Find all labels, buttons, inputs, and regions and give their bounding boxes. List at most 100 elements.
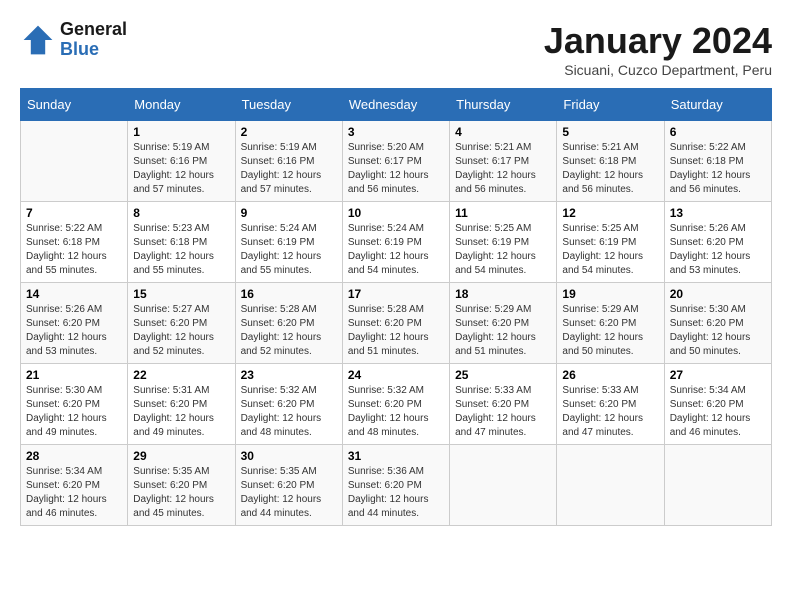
day-info: Sunrise: 5:31 AMSunset: 6:20 PMDaylight:… (133, 384, 229, 440)
calendar-week-row: 14Sunrise: 5:26 AMSunset: 6:20 PMDayligh… (21, 283, 772, 364)
day-info: Sunrise: 5:22 AMSunset: 6:18 PMDaylight:… (26, 222, 122, 278)
calendar-cell: 10 Sunrise: 5:24 AMSunset: 6:19 PMDayligh… (342, 202, 449, 283)
logo: General Blue (20, 20, 127, 60)
day-info: Sunrise: 5:36 AMSunset: 6:20 PMDaylight:… (348, 465, 444, 521)
day-info: Sunrise: 5:34 AMSunset: 6:20 PMDaylight:… (670, 384, 766, 440)
weekday-header: Friday (557, 89, 664, 121)
calendar-cell: 24 Sunrise: 5:32 AMSunset: 6:20 PMDayligh… (342, 364, 449, 445)
calendar-cell: 13 Sunrise: 5:26 AMSunset: 6:20 PMDayligh… (664, 202, 771, 283)
calendar-cell: 19 Sunrise: 5:29 AMSunset: 6:20 PMDayligh… (557, 283, 664, 364)
day-number: 15 (133, 287, 229, 301)
day-number: 10 (348, 206, 444, 220)
calendar-cell: 14Sunrise: 5:26 AMSunset: 6:20 PMDayligh… (21, 283, 128, 364)
weekday-header: Tuesday (235, 89, 342, 121)
day-info: Sunrise: 5:29 AMSunset: 6:20 PMDaylight:… (562, 303, 658, 359)
calendar-cell: 5Sunrise: 5:21 AMSunset: 6:18 PMDaylight… (557, 121, 664, 202)
day-info: Sunrise: 5:24 AMSunset: 6:19 PMDaylight:… (348, 222, 444, 278)
weekday-header: Saturday (664, 89, 771, 121)
day-info: Sunrise: 5:21 AMSunset: 6:17 PMDaylight:… (455, 141, 551, 197)
day-number: 23 (241, 368, 337, 382)
day-info: Sunrise: 5:19 AMSunset: 6:16 PMDaylight:… (133, 141, 229, 197)
calendar-cell: 21 Sunrise: 5:30 AMSunset: 6:20 PMDayligh… (21, 364, 128, 445)
calendar-cell: 29Sunrise: 5:35 AMSunset: 6:20 PMDayligh… (128, 445, 235, 526)
logo-text: General Blue (60, 20, 127, 60)
day-info: Sunrise: 5:19 AMSunset: 6:16 PMDaylight:… (241, 141, 337, 197)
logo-blue: Blue (60, 39, 99, 59)
month-title: January 2024 (544, 20, 772, 62)
day-number: 4 (455, 125, 551, 139)
day-number: 13 (670, 206, 766, 220)
calendar-cell: 31 Sunrise: 5:36 AMSunset: 6:20 PMDayligh… (342, 445, 449, 526)
day-number: 28 (26, 449, 122, 463)
calendar-cell: 18Sunrise: 5:29 AMSunset: 6:20 PMDayligh… (450, 283, 557, 364)
day-info: Sunrise: 5:27 AMSunset: 6:20 PMDaylight:… (133, 303, 229, 359)
calendar-cell: 4 Sunrise: 5:21 AMSunset: 6:17 PMDaylight… (450, 121, 557, 202)
title-block: January 2024 Sicuani, Cuzco Department, … (544, 20, 772, 78)
day-info: Sunrise: 5:33 AMSunset: 6:20 PMDaylight:… (562, 384, 658, 440)
day-number: 7 (26, 206, 122, 220)
calendar-cell: 6 Sunrise: 5:22 AMSunset: 6:18 PMDaylight… (664, 121, 771, 202)
day-number: 31 (348, 449, 444, 463)
day-number: 19 (562, 287, 658, 301)
calendar-cell: 7 Sunrise: 5:22 AMSunset: 6:18 PMDaylight… (21, 202, 128, 283)
day-number: 25 (455, 368, 551, 382)
day-info: Sunrise: 5:33 AMSunset: 6:20 PMDaylight:… (455, 384, 551, 440)
day-number: 2 (241, 125, 337, 139)
calendar-cell (557, 445, 664, 526)
calendar-cell: 22Sunrise: 5:31 AMSunset: 6:20 PMDayligh… (128, 364, 235, 445)
calendar-cell: 16Sunrise: 5:28 AMSunset: 6:20 PMDayligh… (235, 283, 342, 364)
weekday-header: Monday (128, 89, 235, 121)
day-info: Sunrise: 5:21 AMSunset: 6:18 PMDaylight:… (562, 141, 658, 197)
calendar-cell: 28 Sunrise: 5:34 AMSunset: 6:20 PMDayligh… (21, 445, 128, 526)
day-number: 1 (133, 125, 229, 139)
day-number: 12 (562, 206, 658, 220)
day-info: Sunrise: 5:22 AMSunset: 6:18 PMDaylight:… (670, 141, 766, 197)
weekday-header-row: SundayMondayTuesdayWednesdayThursdayFrid… (21, 89, 772, 121)
day-info: Sunrise: 5:30 AMSunset: 6:20 PMDaylight:… (26, 384, 122, 440)
day-info: Sunrise: 5:32 AMSunset: 6:20 PMDaylight:… (348, 384, 444, 440)
calendar-week-row: 28 Sunrise: 5:34 AMSunset: 6:20 PMDayligh… (21, 445, 772, 526)
weekday-header: Sunday (21, 89, 128, 121)
calendar-cell: 23Sunrise: 5:32 AMSunset: 6:20 PMDayligh… (235, 364, 342, 445)
day-number: 8 (133, 206, 229, 220)
day-number: 29 (133, 449, 229, 463)
day-number: 11 (455, 206, 551, 220)
logo-general: General (60, 19, 127, 39)
calendar-cell: 3 Sunrise: 5:20 AMSunset: 6:17 PMDaylight… (342, 121, 449, 202)
calendar-cell: 12Sunrise: 5:25 AMSunset: 6:19 PMDayligh… (557, 202, 664, 283)
calendar-cell: 20 Sunrise: 5:30 AMSunset: 6:20 PMDayligh… (664, 283, 771, 364)
day-info: Sunrise: 5:29 AMSunset: 6:20 PMDaylight:… (455, 303, 551, 359)
calendar-cell (664, 445, 771, 526)
day-info: Sunrise: 5:30 AMSunset: 6:20 PMDaylight:… (670, 303, 766, 359)
calendar-cell: 11 Sunrise: 5:25 AMSunset: 6:19 PMDayligh… (450, 202, 557, 283)
day-info: Sunrise: 5:26 AMSunset: 6:20 PMDaylight:… (670, 222, 766, 278)
calendar-table: SundayMondayTuesdayWednesdayThursdayFrid… (20, 88, 772, 526)
calendar-cell: 2 Sunrise: 5:19 AMSunset: 6:16 PMDaylight… (235, 121, 342, 202)
day-info: Sunrise: 5:20 AMSunset: 6:17 PMDaylight:… (348, 141, 444, 197)
day-number: 9 (241, 206, 337, 220)
calendar-cell: 8 Sunrise: 5:23 AMSunset: 6:18 PMDaylight… (128, 202, 235, 283)
day-info: Sunrise: 5:28 AMSunset: 6:20 PMDaylight:… (241, 303, 337, 359)
location-subtitle: Sicuani, Cuzco Department, Peru (544, 62, 772, 78)
day-info: Sunrise: 5:35 AMSunset: 6:20 PMDaylight:… (241, 465, 337, 521)
calendar-cell: 26Sunrise: 5:33 AMSunset: 6:20 PMDayligh… (557, 364, 664, 445)
day-info: Sunrise: 5:28 AMSunset: 6:20 PMDaylight:… (348, 303, 444, 359)
day-number: 30 (241, 449, 337, 463)
day-number: 21 (26, 368, 122, 382)
day-number: 20 (670, 287, 766, 301)
day-number: 3 (348, 125, 444, 139)
day-info: Sunrise: 5:23 AMSunset: 6:18 PMDaylight:… (133, 222, 229, 278)
calendar-cell: 25 Sunrise: 5:33 AMSunset: 6:20 PMDayligh… (450, 364, 557, 445)
calendar-cell: 15 Sunrise: 5:27 AMSunset: 6:20 PMDayligh… (128, 283, 235, 364)
calendar-cell (21, 121, 128, 202)
calendar-cell: 1 Sunrise: 5:19 AMSunset: 6:16 PMDaylight… (128, 121, 235, 202)
day-info: Sunrise: 5:34 AMSunset: 6:20 PMDaylight:… (26, 465, 122, 521)
day-number: 14 (26, 287, 122, 301)
calendar-cell (450, 445, 557, 526)
calendar-week-row: 7 Sunrise: 5:22 AMSunset: 6:18 PMDaylight… (21, 202, 772, 283)
day-info: Sunrise: 5:25 AMSunset: 6:19 PMDaylight:… (455, 222, 551, 278)
day-number: 27 (670, 368, 766, 382)
weekday-header: Thursday (450, 89, 557, 121)
day-number: 6 (670, 125, 766, 139)
day-number: 24 (348, 368, 444, 382)
